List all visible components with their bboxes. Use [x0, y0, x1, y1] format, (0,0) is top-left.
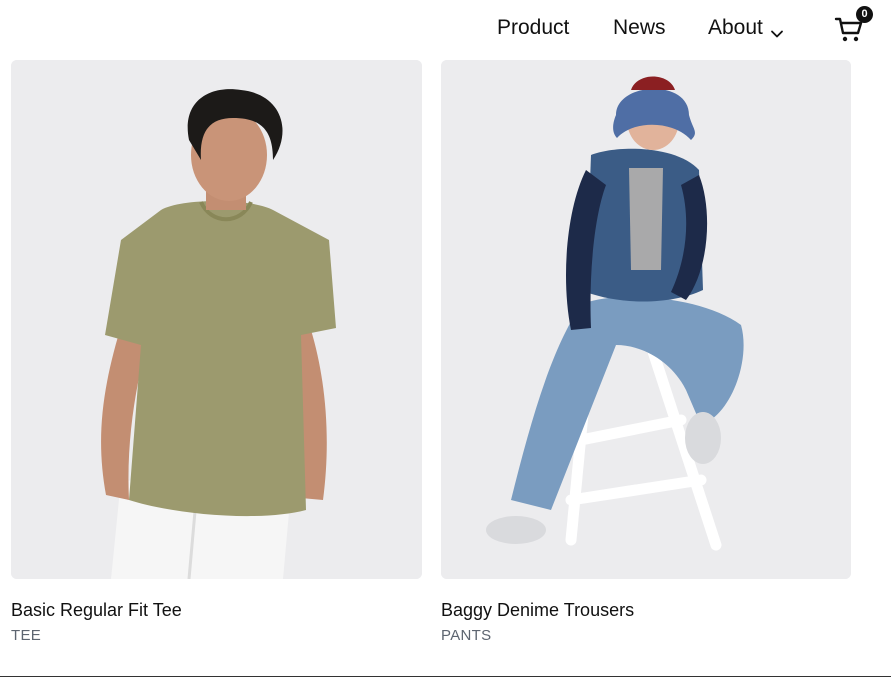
product-category: TEE [11, 627, 42, 644]
cart-count-badge: 0 [856, 6, 873, 23]
product-image[interactable] [441, 60, 851, 579]
cart-button[interactable]: 0 [834, 6, 874, 46]
site-header: Product News About 0 [0, 0, 891, 58]
nav-news-link[interactable]: News [613, 14, 666, 42]
product-card[interactable]: Basic Regular Fit Tee TEE [11, 60, 422, 645]
product-card[interactable]: Baggy Denime Trousers PANTS [441, 60, 851, 645]
product-title[interactable]: Baggy Denime Trousers [441, 599, 851, 621]
product-title[interactable]: Basic Regular Fit Tee [11, 599, 422, 621]
nav-product-link[interactable]: Product [497, 14, 569, 42]
nav-about-link[interactable]: About [708, 14, 784, 42]
chevron-down-icon [770, 21, 784, 38]
nav-about-label: About [708, 16, 763, 39]
product-category: PANTS [441, 627, 492, 644]
divider [0, 676, 891, 677]
page: Product News About 0 Basic Regular Fit T… [0, 0, 891, 678]
product-image[interactable] [11, 60, 422, 579]
